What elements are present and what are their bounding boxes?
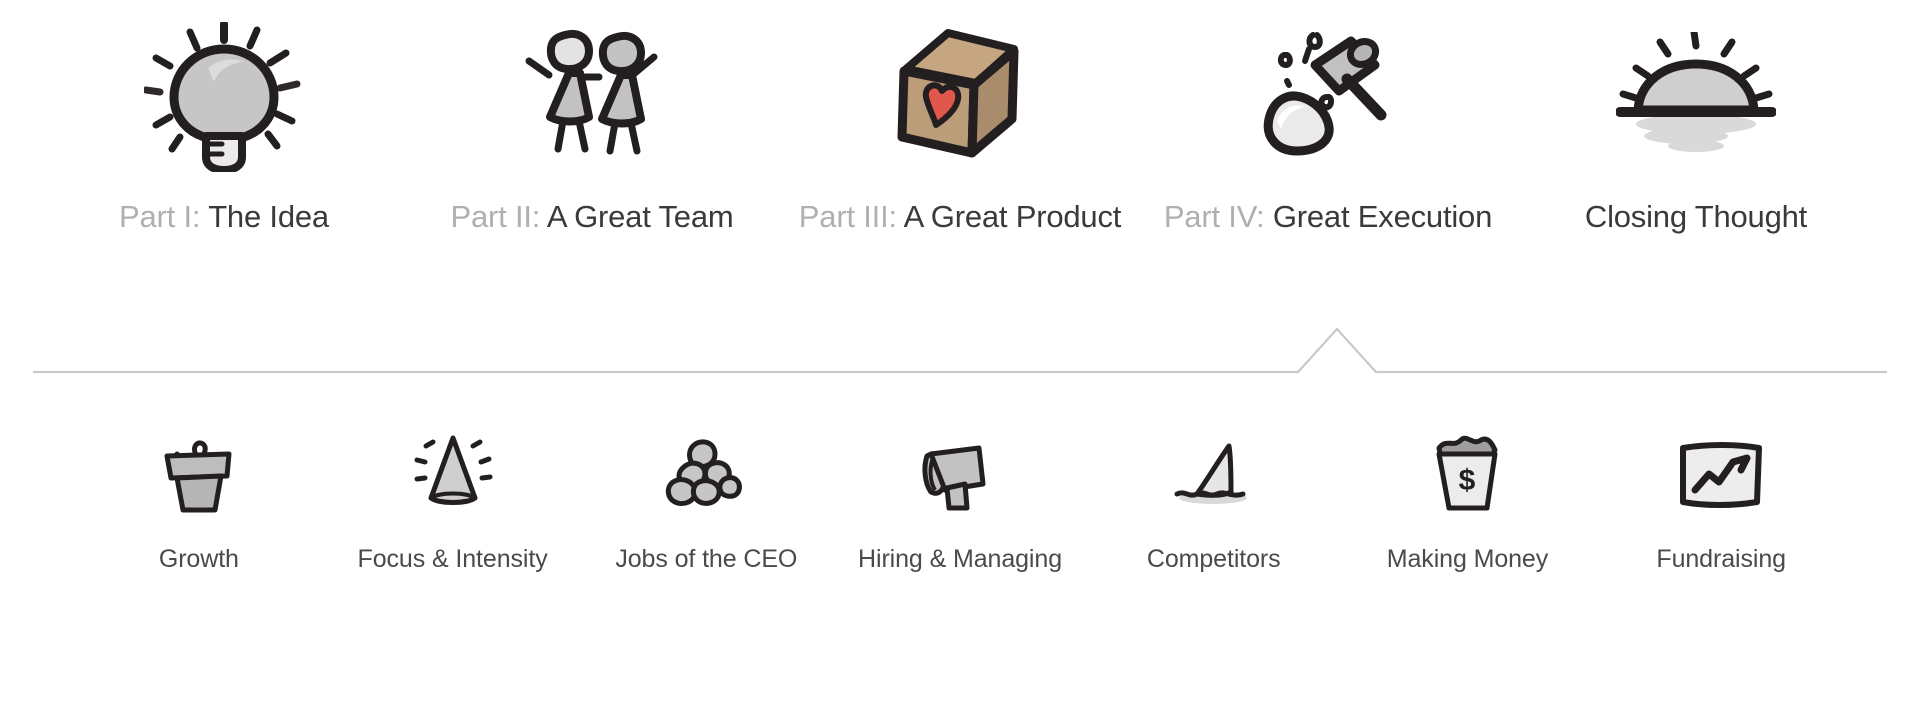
potted-plant-icon bbox=[144, 430, 254, 518]
nav-item-part-2-title: A Great Team bbox=[546, 199, 734, 234]
nav-item-closing[interactable]: Closing Thought bbox=[1512, 0, 1880, 236]
nav-item-part-2-label: Part II: A Great Team bbox=[451, 198, 734, 236]
stacked-stones-icon bbox=[651, 430, 761, 518]
subnav-item-fundraising[interactable]: Fundraising bbox=[1594, 430, 1848, 574]
nav-item-part-1-label: Part I: The Idea bbox=[119, 198, 329, 236]
section-divider bbox=[0, 318, 1920, 378]
money-bucket-icon: $ bbox=[1412, 430, 1522, 518]
subsection-navigation: Growth Focus & Intensity Jobs of the CEO… bbox=[0, 430, 1920, 610]
subnav-item-jobs-of-the-ceo-label: Jobs of the CEO bbox=[615, 545, 798, 573]
nav-item-closing-label: Closing Thought bbox=[1585, 198, 1807, 236]
svg-text:$: $ bbox=[1459, 464, 1476, 497]
lightbulb-icon bbox=[129, 22, 319, 172]
nav-item-part-4-title: Great Execution bbox=[1272, 199, 1493, 234]
shark-fin-icon bbox=[1159, 430, 1269, 518]
nav-item-part-1-prefix: Part I: bbox=[119, 199, 209, 234]
subnav-item-competitors-label: Competitors bbox=[1146, 545, 1281, 573]
nav-item-part-3-title: A Great Product bbox=[903, 199, 1122, 234]
megaphone-icon bbox=[905, 430, 1015, 518]
nav-item-part-1[interactable]: Part I: The Idea bbox=[40, 0, 408, 236]
subnav-item-fundraising-label: Fundraising bbox=[1656, 545, 1786, 573]
nav-item-part-3-label: Part III: A Great Product bbox=[798, 198, 1122, 236]
subnav-item-jobs-of-the-ceo[interactable]: Jobs of the CEO bbox=[579, 430, 833, 574]
nav-item-part-2-prefix: Part II: bbox=[450, 199, 547, 234]
nav-item-part-4-prefix: Part IV: bbox=[1163, 199, 1273, 234]
nav-item-part-3[interactable]: Part III: A Great Product bbox=[776, 0, 1144, 236]
two-people-icon bbox=[497, 22, 687, 172]
nav-item-part-4[interactable]: Part IV: Great Execution bbox=[1144, 0, 1512, 236]
subnav-item-growth-label: Growth bbox=[158, 545, 239, 573]
box-with-heart-icon bbox=[865, 22, 1055, 172]
startup-playbook-nav: Part I: The Idea Part II: A Great Team P… bbox=[0, 0, 1920, 718]
subnav-item-hiring-managing-label: Hiring & Managing bbox=[858, 545, 1062, 573]
subnav-item-focus-intensity[interactable]: Focus & Intensity bbox=[326, 430, 580, 574]
nav-item-part-2[interactable]: Part II: A Great Team bbox=[408, 0, 776, 236]
nav-item-part-1-title: The Idea bbox=[208, 199, 329, 234]
part-navigation: Part I: The Idea Part II: A Great Team P… bbox=[0, 0, 1920, 300]
nav-item-closing-title: Closing Thought bbox=[1584, 199, 1808, 234]
subnav-item-making-money[interactable]: $ Making Money bbox=[1341, 430, 1595, 574]
chart-frame-icon bbox=[1666, 430, 1776, 518]
subnav-item-focus-intensity-label: Focus & Intensity bbox=[357, 545, 548, 573]
hammer-and-rock-icon bbox=[1233, 22, 1423, 172]
sunrise-icon bbox=[1601, 22, 1791, 172]
subnav-item-hiring-managing[interactable]: Hiring & Managing bbox=[833, 430, 1087, 574]
subnav-item-making-money-label: Making Money bbox=[1386, 545, 1549, 573]
subnav-item-growth[interactable]: Growth bbox=[72, 430, 326, 574]
light-beam-icon bbox=[398, 430, 508, 518]
nav-item-part-4-label: Part IV: Great Execution bbox=[1163, 198, 1493, 236]
subnav-item-competitors[interactable]: Competitors bbox=[1087, 430, 1341, 574]
nav-item-part-3-prefix: Part III: bbox=[798, 199, 904, 234]
